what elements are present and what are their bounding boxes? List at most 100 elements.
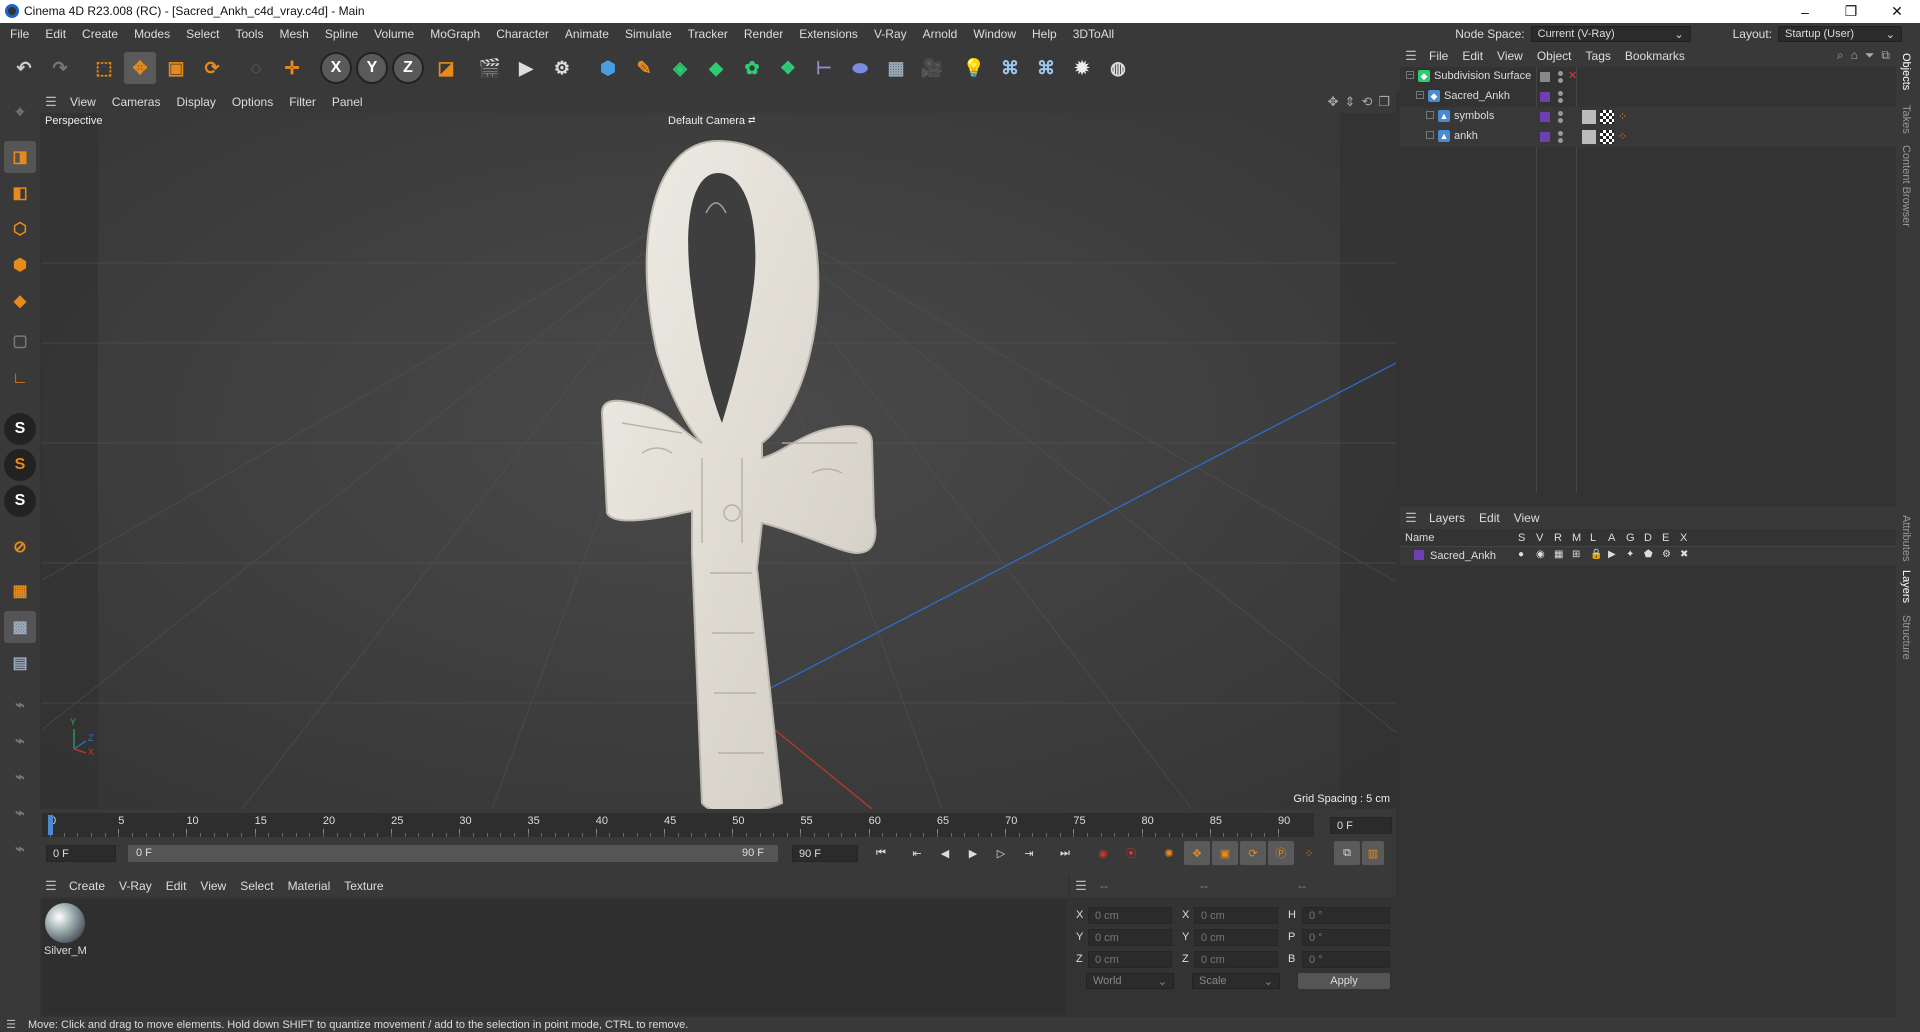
viewport-move-icon[interactable]: ✥ — [1328, 94, 1339, 110]
side-tab-attributes[interactable]: Attributes — [1900, 515, 1912, 561]
viewport-camera-label[interactable]: Default Camera ⇄ — [668, 115, 756, 127]
layer-col-a[interactable]: A — [1608, 532, 1615, 544]
coord-pos-field[interactable]: 0 cm — [1088, 907, 1172, 924]
menu-mograph[interactable]: MoGraph — [422, 23, 488, 45]
subdivision-generator-icon[interactable]: ◈ — [664, 52, 696, 84]
maximize-button[interactable]: ❐ — [1828, 0, 1874, 23]
menu-mesh[interactable]: Mesh — [271, 23, 316, 45]
menu-arnold[interactable]: Arnold — [915, 23, 966, 45]
uv-mode-icon[interactable]: ▢ — [4, 325, 36, 357]
render-view-icon[interactable]: 🎬 — [474, 52, 506, 84]
deformer-icon[interactable]: ⬟ — [1644, 549, 1653, 560]
render-visibility-dot[interactable] — [1558, 78, 1563, 83]
field-icon[interactable]: ⬬ — [844, 52, 876, 84]
object-row[interactable]: − ◆ Subdivision Surface ✕ — [1400, 67, 1896, 87]
generator-icon[interactable]: ✦ — [1626, 549, 1634, 560]
rotate-tool-icon[interactable]: ⟳ — [196, 52, 228, 84]
animation-icon[interactable]: ▶ — [1608, 549, 1616, 560]
menu-character[interactable]: Character — [488, 23, 557, 45]
coordinate-system-icon[interactable]: ◪ — [430, 52, 462, 84]
menu-simulate[interactable]: Simulate — [617, 23, 680, 45]
viewport-menu-cameras[interactable]: Cameras — [104, 91, 169, 113]
snap-icon[interactable]: S — [4, 413, 36, 445]
menu-render[interactable]: Render — [736, 23, 791, 45]
menu-edit[interactable]: Edit — [37, 23, 74, 45]
motion-system-icon[interactable]: ▥ — [1362, 841, 1384, 865]
points-mode-icon[interactable]: ⬡ — [4, 213, 36, 245]
next-key-icon[interactable]: ⇥ — [1016, 841, 1042, 865]
material-menu-create[interactable]: Create — [62, 879, 112, 893]
minimize-button[interactable]: – — [1782, 0, 1828, 23]
layer-col-l[interactable]: L — [1590, 532, 1596, 544]
previous-key-icon[interactable]: ⇤ — [904, 841, 930, 865]
edit-toggle-icon[interactable] — [1540, 72, 1550, 82]
hamburger-icon[interactable]: ☰ — [0, 1018, 22, 1031]
deformer-icon[interactable]: ⊢ — [808, 52, 840, 84]
record-keys-icon[interactable]: ◉ — [1090, 841, 1116, 865]
layer-col-v[interactable]: V — [1536, 532, 1543, 544]
coord-size-field[interactable]: 0 cm — [1194, 929, 1278, 946]
axis-mode-icon[interactable]: ∟ — [4, 363, 36, 395]
material-menu-material[interactable]: Material — [281, 879, 338, 893]
manager-icon[interactable]: ⊞ — [1572, 549, 1580, 560]
menu-volume[interactable]: Volume — [366, 23, 422, 45]
object-menu-object[interactable]: Object — [1530, 49, 1579, 63]
coord-size-field[interactable]: 0 cm — [1194, 951, 1278, 968]
floor-icon[interactable]: ▦ — [880, 52, 912, 84]
cube-primitive-icon[interactable]: ⬢ — [592, 52, 624, 84]
cloner-icon[interactable]: ✿ — [736, 52, 768, 84]
previous-frame-icon[interactable]: ◀ — [932, 841, 958, 865]
key-position-icon[interactable]: ✥ — [1184, 841, 1210, 865]
soft-selection-icon[interactable]: ▤ — [4, 647, 36, 679]
next-frame-icon[interactable]: ▷ — [988, 841, 1014, 865]
hamburger-icon[interactable]: ☰ — [1400, 510, 1422, 526]
layer-col-x[interactable]: X — [1680, 532, 1687, 544]
light-icon[interactable]: 💡 — [958, 52, 990, 84]
expression-icon[interactable]: ⚙ — [1662, 549, 1671, 560]
current-frame-field[interactable]: 0 F — [1330, 817, 1392, 834]
coord-pos-field[interactable]: 0 cm — [1088, 929, 1172, 946]
object-row[interactable]: ▲ ankh ⁘ — [1400, 127, 1896, 147]
solo-icon[interactable]: ● — [1518, 549, 1524, 560]
brush-tool-icon[interactable]: ⌁ — [4, 761, 36, 793]
viewport-maximize-icon[interactable]: ❐ — [1378, 94, 1390, 110]
menu-tracker[interactable]: Tracker — [680, 23, 736, 45]
camera-icon[interactable]: 🎥 — [916, 52, 948, 84]
viewport-rotate-icon[interactable]: ⟲ — [1361, 94, 1372, 110]
y-axis-lock-button[interactable]: Y — [356, 52, 388, 84]
menu-select[interactable]: Select — [178, 23, 227, 45]
workplane-icon[interactable]: ⊘ — [4, 531, 36, 563]
z-axis-lock-button[interactable]: Z — [392, 52, 424, 84]
home-icon[interactable]: ⌂ — [1851, 48, 1858, 63]
render-visibility-dot[interactable] — [1558, 138, 1563, 143]
python-script-2-icon[interactable]: ⌘ — [1030, 52, 1062, 84]
object-row[interactable]: ▲ symbols ⁘ — [1400, 107, 1896, 127]
side-tab-objects[interactable]: Objects — [1900, 53, 1912, 90]
layer-color-swatch[interactable] — [1540, 92, 1550, 102]
object-menu-file[interactable]: File — [1422, 49, 1455, 63]
render-visibility-dot[interactable] — [1558, 118, 1563, 123]
live-selection-icon[interactable]: ⬚ — [88, 52, 120, 84]
layer-menu-layers[interactable]: Layers — [1422, 511, 1472, 525]
coord-size-field[interactable]: 0 cm — [1194, 907, 1278, 924]
object-row[interactable]: − ◆ Sacred_Ankh — [1400, 87, 1896, 107]
layer-col-g[interactable]: G — [1626, 532, 1635, 544]
expand-toggle-icon[interactable] — [1426, 131, 1434, 139]
end-frame-field[interactable]: 90 F — [792, 845, 858, 862]
render-visibility-dot[interactable] — [1558, 98, 1563, 103]
editor-visibility-dot[interactable] — [1558, 91, 1563, 96]
paint-tool-icon[interactable]: ⌁ — [4, 689, 36, 721]
layer-color-swatch[interactable] — [1540, 112, 1550, 122]
grid-workplane-icon[interactable]: ▦ — [4, 575, 36, 607]
play-icon[interactable]: ▶ — [960, 841, 986, 865]
apply-button[interactable]: Apply — [1298, 973, 1390, 989]
menu-tools[interactable]: Tools — [227, 23, 271, 45]
layer-col-d[interactable]: D — [1644, 532, 1652, 544]
3d-viewport[interactable]: Perspective Default Camera ⇄ Grid Spacin… — [42, 113, 1396, 809]
menu-3dtoall[interactable]: 3DToAll — [1065, 23, 1122, 45]
texture-tag-icon[interactable] — [1600, 110, 1614, 124]
polygons-mode-icon[interactable]: ◆ — [4, 285, 36, 317]
settings-gear-icon[interactable]: ✹ — [1066, 52, 1098, 84]
search-icon[interactable]: ⌕ — [1837, 48, 1844, 63]
layer-col-m[interactable]: M — [1572, 532, 1581, 544]
